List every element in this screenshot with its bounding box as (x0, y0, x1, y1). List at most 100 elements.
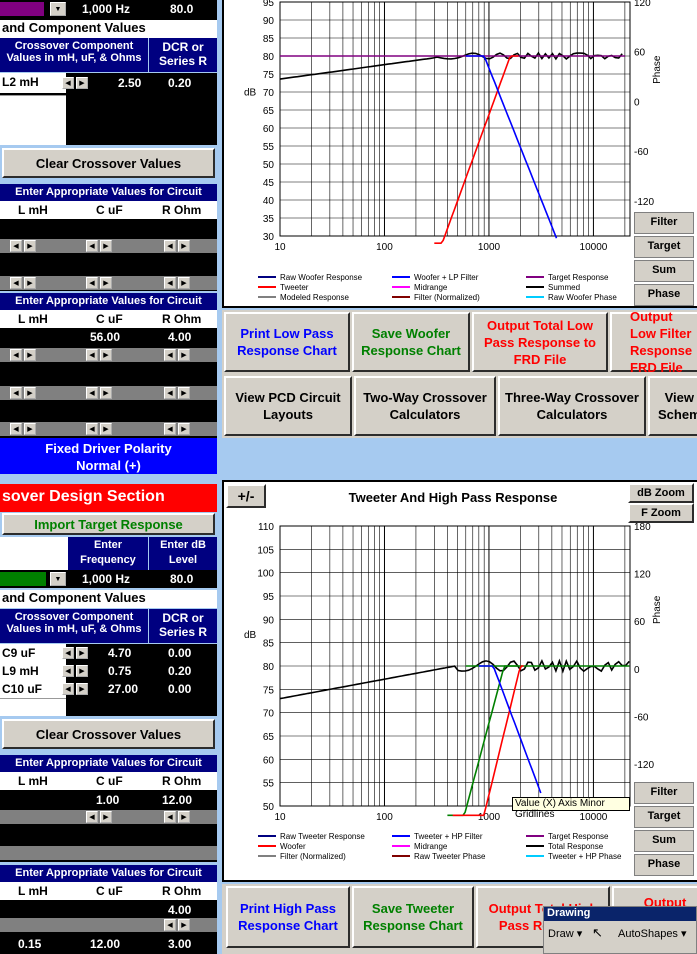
c-value[interactable]: 56.00 (90, 330, 120, 344)
side-sum-button[interactable]: Sum (634, 830, 694, 852)
phase-tick-label: 120 (634, 570, 651, 581)
autoshapes-menu[interactable]: AutoShapes ▾ (618, 927, 687, 940)
save-tweeter-button[interactable]: Save Tweeter Response Chart (352, 886, 474, 948)
row-dcr[interactable]: 0.00 (168, 646, 191, 660)
spin-left-icon[interactable]: ◀ (62, 665, 74, 677)
spin-right-icon[interactable]: ▶ (24, 240, 36, 252)
print-high-pass-button[interactable]: Print High Pass Response Chart (226, 886, 350, 948)
spin-right-icon[interactable]: ▶ (178, 349, 190, 361)
view-schematic-button[interactable]: View Schem (648, 376, 697, 436)
side-sum-button[interactable]: Sum (634, 260, 694, 282)
spin-right-icon[interactable]: ▶ (76, 683, 88, 695)
spin-right-icon[interactable]: ▶ (24, 277, 36, 289)
f-zoom-button[interactable]: F Zoom (628, 503, 694, 523)
spin-left-icon[interactable]: ◀ (164, 349, 176, 361)
spin-right-icon[interactable]: ▶ (76, 665, 88, 677)
spin-left-icon[interactable]: ◀ (62, 647, 74, 659)
three-way-calc-button[interactable]: Three-Way Crossover Calculators (498, 376, 646, 436)
level-value[interactable]: 80.0 (170, 2, 193, 16)
spin-right-icon[interactable]: ▶ (100, 387, 112, 399)
row-value[interactable]: 27.00 (108, 682, 138, 696)
spin-right-icon[interactable]: ▶ (100, 811, 112, 823)
spin-left-icon[interactable]: ◀ (164, 277, 176, 289)
row1-value[interactable]: 2.50 (118, 76, 141, 90)
print-low-pass-button[interactable]: Print Low Pass Response Chart (224, 312, 350, 372)
output-low-pass-frd-button[interactable]: Output Total Low Pass Response to FRD Fi… (472, 312, 608, 372)
spin-left-icon[interactable]: ◀ (86, 423, 98, 435)
spin-left-icon[interactable]: ◀ (86, 240, 98, 252)
side-target-button[interactable]: Target (634, 236, 694, 258)
spin-right-icon[interactable]: ▶ (100, 423, 112, 435)
side-filter-button[interactable]: Filter (634, 782, 694, 804)
side-phase-button[interactable]: Phase (634, 284, 694, 306)
component-rows: C9 uF ◀ ▶ 4.70 0.00 L9 mH ◀ ▶ 0.75 0.20 C10 uF ◀ ▶ 27… (0, 644, 217, 698)
spin-left-icon[interactable]: ◀ (10, 423, 22, 435)
spin-right-icon[interactable]: ▶ (24, 349, 36, 361)
freq-value[interactable]: 1,000 Hz (82, 572, 130, 586)
view-pcd-button[interactable]: View PCD Circuit Layouts (224, 376, 352, 436)
clear-crossover-button-2[interactable]: Clear Crossover Values (2, 719, 215, 749)
plus-minus-button[interactable]: +/- (226, 484, 266, 508)
spin-right-icon[interactable]: ▶ (178, 423, 190, 435)
row-value[interactable]: 4.70 (108, 646, 131, 660)
spin-right-icon[interactable]: ▶ (178, 387, 190, 399)
row-dcr[interactable]: 0.00 (168, 682, 191, 696)
driver-polarity-button[interactable]: Fixed Driver Polarity Normal (+) (0, 438, 217, 474)
l-value[interactable]: 0.15 (18, 937, 41, 951)
side-phase-button[interactable]: Phase (634, 854, 694, 876)
spin-right-icon[interactable]: ▶ (100, 349, 112, 361)
level-value[interactable]: 80.0 (170, 572, 193, 586)
spin-row (0, 846, 217, 860)
c-value[interactable]: 12.00 (90, 937, 120, 951)
spin-right-icon[interactable]: ▶ (100, 240, 112, 252)
clear-crossover-button[interactable]: Clear Crossover Values (2, 148, 215, 178)
spin-left-icon[interactable]: ◀ (86, 349, 98, 361)
spin-right-icon[interactable]: ▶ (76, 77, 88, 89)
y-tick-label: 100 (257, 569, 274, 580)
row-value[interactable]: 0.75 (108, 664, 131, 678)
row-dcr[interactable]: 0.20 (168, 664, 191, 678)
side-target-button[interactable]: Target (634, 806, 694, 828)
c-value[interactable]: 1.00 (96, 793, 119, 807)
spin-right-icon[interactable]: ▶ (76, 647, 88, 659)
spin-right-icon[interactable]: ▶ (178, 811, 190, 823)
row1-dcr[interactable]: 0.20 (168, 76, 191, 90)
spin-right-icon[interactable]: ▶ (24, 387, 36, 399)
save-woofer-button[interactable]: Save Woofer Response Chart (352, 312, 470, 372)
spin-left-icon[interactable]: ◀ (164, 387, 176, 399)
spin-left-icon[interactable]: ◀ (10, 349, 22, 361)
spin-right-icon[interactable]: ▶ (24, 423, 36, 435)
draw-menu[interactable]: Draw ▾ (548, 927, 582, 940)
r-value[interactable]: 4.00 (168, 330, 191, 344)
two-way-calc-button[interactable]: Two-Way Crossover Calculators (354, 376, 496, 436)
spin-right-icon[interactable]: ▶ (178, 919, 190, 931)
spin-left-icon[interactable]: ◀ (164, 423, 176, 435)
spin-right-icon[interactable]: ▶ (178, 277, 190, 289)
spin-left-icon[interactable]: ◀ (164, 240, 176, 252)
output-low-filter-frd-button[interactable]: Output Low Filter Response FRD File (610, 309, 697, 375)
spin-left-icon[interactable]: ◀ (86, 811, 98, 823)
spin-right-icon[interactable]: ▶ (100, 277, 112, 289)
spin-left-icon[interactable]: ◀ (10, 240, 22, 252)
import-target-button[interactable]: Import Target Response (2, 513, 215, 535)
side-filter-button[interactable]: Filter (634, 212, 694, 234)
spin-left-icon[interactable]: ◀ (164, 811, 176, 823)
spin-left-icon[interactable]: ◀ (86, 277, 98, 289)
spin-left-icon[interactable]: ◀ (86, 387, 98, 399)
spin-left-icon[interactable]: ◀ (164, 919, 176, 931)
spin-left-icon[interactable]: ◀ (62, 683, 74, 695)
freq-value[interactable]: 1,000 Hz (82, 2, 130, 16)
y-tick-label: 85 (263, 34, 275, 45)
empty-label-cell (0, 698, 66, 716)
select-pointer-icon[interactable]: ↖ (592, 925, 603, 941)
spin-left-icon[interactable]: ◀ (10, 387, 22, 399)
spin-left-icon[interactable]: ◀ (62, 77, 74, 89)
db-zoom-button[interactable]: dB Zoom (628, 483, 694, 503)
spin-left-icon[interactable]: ◀ (10, 277, 22, 289)
r-value[interactable]: 4.00 (168, 903, 191, 917)
r-value[interactable]: 3.00 (168, 937, 191, 951)
dropdown-arrow-icon[interactable]: ▼ (50, 572, 66, 586)
spin-right-icon[interactable]: ▶ (178, 240, 190, 252)
dropdown-arrow-icon[interactable]: ▼ (50, 2, 66, 16)
r-value[interactable]: 12.00 (162, 793, 192, 807)
